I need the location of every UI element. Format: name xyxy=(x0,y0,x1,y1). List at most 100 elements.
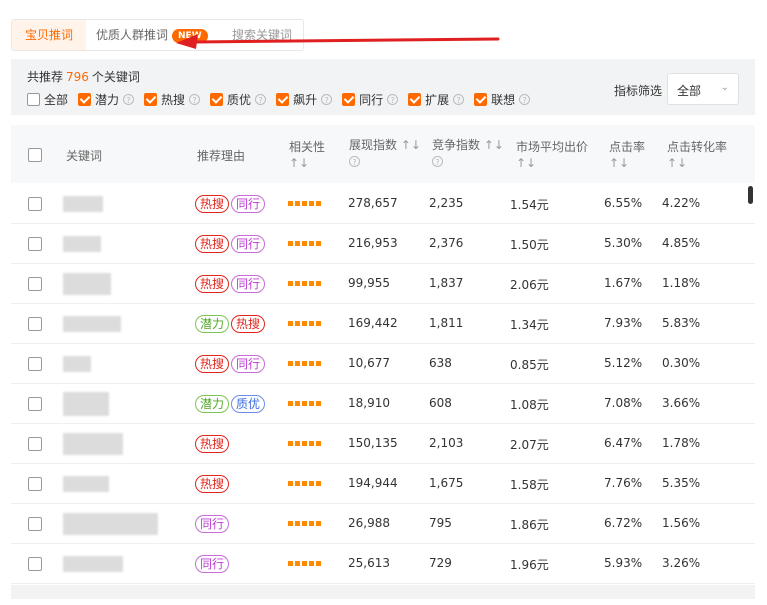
impressions-cell: 150,135 xyxy=(348,436,398,450)
sort-icon[interactable]: ↑↓ xyxy=(516,155,588,171)
col-avg-bid[interactable]: 市场平均出价 ↑↓ xyxy=(516,139,588,171)
filter-panel: 共推荐 796 个关键词 全部 潜力 ? 热搜 ? 质优 ? 飙升 ? 同行 ?… xyxy=(11,59,755,115)
row-checkbox[interactable] xyxy=(28,397,42,411)
question-circle-icon[interactable]: ? xyxy=(387,94,399,105)
table-row[interactable]: 热搜 同行 216,953 2,376 1.50元 5.30% 4.85% xyxy=(11,224,755,264)
keyword-redacted xyxy=(63,356,91,372)
cvr-cell: 1.56% xyxy=(662,516,701,530)
col-competition[interactable]: 竞争指数 ↑↓ ? xyxy=(432,137,504,169)
question-circle-icon[interactable]: ? xyxy=(349,156,360,167)
question-circle-icon[interactable]: ? xyxy=(432,156,443,167)
reason-tags: 热搜 同行 xyxy=(195,275,267,293)
ctr-cell: 6.47% xyxy=(604,436,643,450)
avg-bid-cell: 1.08元 xyxy=(510,398,549,412)
tag-hot-search: 热搜 xyxy=(195,355,230,373)
row-checkbox[interactable] xyxy=(28,237,42,251)
table-row[interactable]: 同行 26,988 795 1.86元 6.72% 1.56% xyxy=(11,504,755,544)
question-circle-icon[interactable]: ? xyxy=(189,94,201,105)
row-checkbox[interactable] xyxy=(28,437,42,451)
tag-potential: 潜力 xyxy=(195,315,230,333)
red-arrow-annotation xyxy=(176,34,500,49)
cvr-cell: 1.78% xyxy=(662,436,701,450)
filter-option[interactable]: 扩展 ? xyxy=(408,91,465,108)
sort-icon[interactable]: ↑↓ xyxy=(289,155,325,171)
checkbox-checked-icon[interactable] xyxy=(342,93,356,106)
reason-tags: 热搜 同行 xyxy=(195,235,267,253)
table-row[interactable]: 热搜 同行 99,955 1,837 2.06元 1.67% 1.18% xyxy=(11,264,755,304)
reason-tags: 潜力 热搜 xyxy=(195,315,267,333)
tag-peer: 同行 xyxy=(231,355,266,373)
row-checkbox[interactable] xyxy=(28,277,42,291)
filter-option[interactable]: 联想 ? xyxy=(474,91,531,108)
sort-icon[interactable]: ↑↓ xyxy=(667,155,727,171)
question-circle-icon[interactable]: ? xyxy=(321,94,333,105)
question-circle-icon[interactable]: ? xyxy=(255,94,267,105)
keyword-redacted xyxy=(63,316,121,332)
table-row[interactable]: 潜力 质优 18,910 608 1.08元 7.08% 3.66% xyxy=(11,384,755,424)
filter-option[interactable]: 质优 ? xyxy=(210,91,267,108)
filter-option[interactable]: 热搜 ? xyxy=(144,91,201,108)
checkbox-checked-icon[interactable] xyxy=(78,93,92,106)
table-row[interactable]: 热搜 同行 10,677 638 0.85元 5.12% 0.30% xyxy=(11,344,755,384)
checkbox-checked-icon[interactable] xyxy=(276,93,290,106)
total-summary: 共推荐 796 个关键词 xyxy=(27,68,140,85)
table-row[interactable]: 潜力 热搜 169,442 1,811 1.34元 7.93% 5.83% xyxy=(11,304,755,344)
reason-tags: 热搜 同行 xyxy=(195,355,267,373)
table-row[interactable]: 热搜 194,944 1,675 1.58元 7.76% 5.35% xyxy=(11,464,755,504)
tag-hot-search: 热搜 xyxy=(195,195,230,213)
checkbox-checked-icon[interactable] xyxy=(144,93,158,106)
tag-hot-search: 热搜 xyxy=(195,235,230,253)
checkbox-checked-icon[interactable] xyxy=(408,93,422,106)
row-checkbox[interactable] xyxy=(28,517,42,531)
checkbox-checked-icon[interactable] xyxy=(210,93,224,106)
row-checkbox[interactable] xyxy=(28,197,42,211)
question-circle-icon[interactable]: ? xyxy=(453,94,465,105)
row-checkbox[interactable] xyxy=(28,357,42,371)
filter-option-label: 联想 xyxy=(491,93,516,107)
indicator-filter-select[interactable]: 全部 ⌄ xyxy=(667,73,739,105)
col-relevance[interactable]: 相关性 ↑↓ xyxy=(289,139,325,171)
row-checkbox[interactable] xyxy=(28,557,42,571)
cvr-cell: 4.85% xyxy=(662,236,701,250)
row-checkbox[interactable] xyxy=(28,477,42,491)
sort-icon[interactable]: ↑↓ xyxy=(609,155,645,171)
total-suffix: 个关键词 xyxy=(91,70,140,84)
question-circle-icon[interactable]: ? xyxy=(519,94,531,105)
reason-tags: 热搜 xyxy=(195,435,231,453)
col-cvr[interactable]: 点击转化率 ↑↓ xyxy=(667,139,727,171)
filter-option-label: 扩展 xyxy=(425,93,450,107)
tab-item-recommend[interactable]: 宝贝推词 xyxy=(12,20,86,50)
filter-option[interactable]: 飙升 ? xyxy=(276,91,333,108)
cvr-cell: 1.18% xyxy=(662,276,701,290)
ctr-cell: 6.72% xyxy=(604,516,643,530)
reason-filter-row: 全部 潜力 ? 热搜 ? 质优 ? 飙升 ? 同行 ? 扩展 ? 联想 ? xyxy=(27,91,540,108)
reason-tags: 潜力 质优 xyxy=(195,395,267,413)
col-ctr[interactable]: 点击率 ↑↓ xyxy=(609,139,645,171)
sort-icon[interactable]: ↑↓ xyxy=(401,138,421,152)
horizontal-scrollbar[interactable] xyxy=(11,585,755,599)
row-checkbox[interactable] xyxy=(28,317,42,331)
avg-bid-cell: 1.86元 xyxy=(510,518,549,532)
vertical-scrollbar[interactable] xyxy=(748,186,753,204)
checkbox-icon[interactable] xyxy=(27,93,40,106)
tag-hot-search: 热搜 xyxy=(195,275,230,293)
checkbox-checked-icon[interactable] xyxy=(474,93,488,106)
question-circle-icon[interactable]: ? xyxy=(123,94,135,105)
competition-cell: 1,811 xyxy=(429,316,464,330)
table-row[interactable]: 热搜 同行 278,657 2,235 1.54元 6.55% 4.22% xyxy=(11,184,755,224)
filter-option-label: 质优 xyxy=(227,93,252,107)
tag-hot-search: 热搜 xyxy=(195,475,230,493)
filter-all[interactable]: 全部 xyxy=(27,91,68,108)
avg-bid-cell: 1.54元 xyxy=(510,198,549,212)
competition-cell: 1,675 xyxy=(429,476,464,490)
relevance-dots xyxy=(288,441,323,446)
indicator-filter-value: 全部 xyxy=(677,84,702,98)
filter-option[interactable]: 潜力 ? xyxy=(78,91,135,108)
table-row[interactable]: 同行 25,613 729 1.96元 5.93% 3.26% xyxy=(11,544,755,584)
filter-option[interactable]: 同行 ? xyxy=(342,91,399,108)
table-row[interactable]: 热搜 150,135 2,103 2.07元 6.47% 1.78% xyxy=(11,424,755,464)
relevance-dots xyxy=(288,481,323,486)
select-all-checkbox[interactable] xyxy=(28,148,42,162)
col-impressions[interactable]: 展现指数 ↑↓ ? xyxy=(349,137,421,169)
sort-icon[interactable]: ↑↓ xyxy=(484,138,504,152)
